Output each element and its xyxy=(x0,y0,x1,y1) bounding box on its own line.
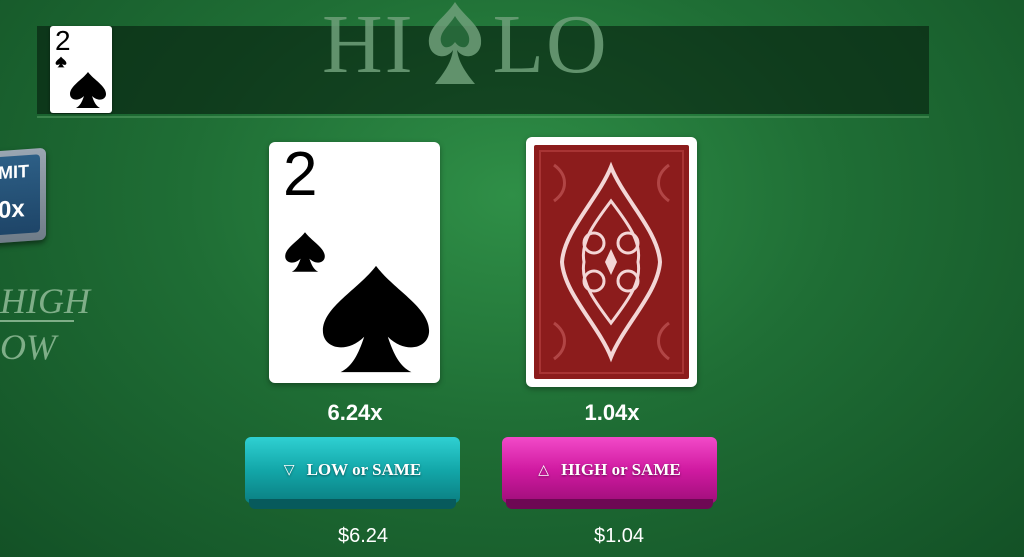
history-card: 2 xyxy=(50,26,112,113)
low-or-same-button-base xyxy=(249,499,456,509)
high-or-same-button-face[interactable]: △ HIGH or SAME xyxy=(502,437,717,503)
card-back-ornament-icon xyxy=(539,150,684,374)
high-or-same-button[interactable]: △ HIGH or SAME xyxy=(502,437,717,509)
side-label-low: OW xyxy=(0,327,56,367)
high-payout: $1.04 xyxy=(593,525,645,547)
history-divider xyxy=(37,116,929,118)
triangle-up-icon: △ xyxy=(538,462,550,478)
limit-badge: MIT 0x xyxy=(0,147,46,245)
title-lo: LO xyxy=(492,0,609,91)
card-back-pattern xyxy=(534,145,689,379)
limit-label: MIT xyxy=(0,160,29,184)
low-or-same-button[interactable]: ▽ LOW or SAME xyxy=(245,437,460,509)
low-multiplier: 6.24x xyxy=(327,400,383,425)
next-card-back xyxy=(526,137,697,387)
side-label-high: HIGH xyxy=(0,281,90,321)
low-or-same-label: LOW or SAME xyxy=(306,460,422,479)
spade-icon xyxy=(70,72,106,108)
high-or-same-label: HIGH or SAME xyxy=(561,460,681,479)
high-multiplier: 1.04x xyxy=(584,400,640,425)
game-title: HI LO xyxy=(322,0,609,94)
triangle-down-icon: ▽ xyxy=(283,462,295,478)
high-or-same-button-base xyxy=(506,499,713,509)
current-card-rank: 2 xyxy=(283,140,318,209)
low-payout: $6.24 xyxy=(337,525,389,547)
spade-ornament-icon xyxy=(428,2,481,84)
limit-value: 0x xyxy=(0,195,25,225)
history-card-rank: 2 xyxy=(55,25,71,56)
spade-icon xyxy=(55,56,67,68)
low-or-same-button-face[interactable]: ▽ LOW or SAME xyxy=(245,437,460,503)
current-card: 2 xyxy=(269,140,440,383)
side-label-divider xyxy=(0,320,74,322)
title-hi: HI xyxy=(322,0,415,91)
spade-icon xyxy=(322,265,430,373)
